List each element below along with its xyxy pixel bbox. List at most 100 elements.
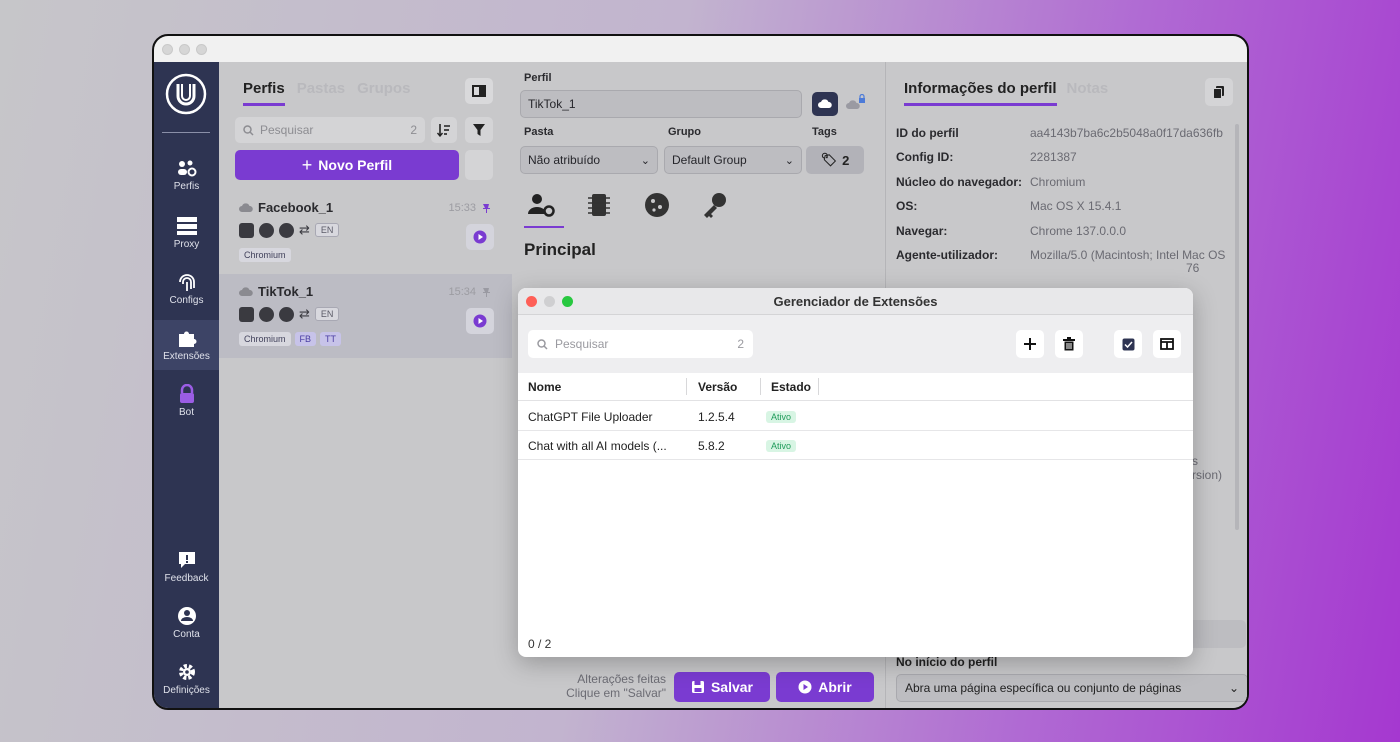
profile-label: Perfil	[524, 72, 552, 84]
sidebar-item-bot[interactable]: Bot	[154, 376, 219, 426]
tags-button[interactable]: 🏷 2	[806, 146, 864, 174]
info-row-profile-id: ID do perfil aa4143b7ba6c2b5048a0f17da636…	[896, 126, 1223, 140]
os-icon	[239, 222, 254, 238]
columns-icon	[1160, 338, 1174, 350]
search-icon	[537, 338, 548, 350]
tab-pastas[interactable]: Pastas	[297, 80, 345, 106]
info-row-os: OS: Mac OS X 15.4.1	[896, 199, 1121, 213]
launch-profile-button[interactable]	[466, 224, 494, 250]
play-icon	[473, 314, 487, 328]
editor-section-tabs	[526, 190, 730, 220]
search-count: 2	[410, 123, 417, 137]
search-placeholder: Pesquisar	[555, 337, 609, 351]
open-button[interactable]: Abrir	[776, 672, 874, 702]
sidebar-item-extensoes[interactable]: Extensões	[154, 320, 219, 370]
key-icon[interactable]	[700, 190, 730, 220]
save-button[interactable]: Salvar	[674, 672, 770, 702]
extensions-search-input[interactable]: Pesquisar 2	[528, 330, 753, 358]
modal-toolbar: Pesquisar 2	[518, 315, 1193, 373]
column-divider[interactable]	[760, 378, 761, 395]
folder-label: Pasta	[524, 126, 554, 138]
sync-icon: ⇄	[299, 222, 310, 237]
trash-icon	[1063, 337, 1075, 351]
profiles-search-input[interactable]: Pesquisar 2	[235, 117, 425, 143]
table-row[interactable]: Chat with all AI models (... 5.8.2 Ativo	[518, 431, 1193, 460]
cloud-lock-icon[interactable]	[846, 94, 866, 112]
new-profile-button[interactable]: + Novo Perfil	[235, 150, 459, 180]
filter-icon	[473, 124, 485, 136]
info-value: Mozilla/5.0 (Macintosh; Intel Mac OS	[1030, 248, 1226, 262]
columns-layout-button[interactable]	[1153, 330, 1181, 358]
launch-profile-button[interactable]	[466, 308, 494, 334]
select-all-button[interactable]	[1114, 330, 1142, 358]
info-row-browser-core: Núcleo do navegador: Chromium	[896, 175, 1085, 189]
column-header-version[interactable]: Versão	[698, 380, 737, 394]
tab-perfis[interactable]: Perfis	[243, 80, 285, 106]
cloud-icon	[239, 286, 253, 296]
tab-profile-info[interactable]: Informações do perfil	[904, 80, 1057, 106]
server-icon	[176, 217, 197, 235]
delete-extension-button[interactable]	[1055, 330, 1083, 358]
profile-card-tiktok[interactable]: TikTok_1 15:34 ⇄ EN Chromium FB TT	[219, 274, 512, 358]
language-badge: EN	[314, 307, 340, 321]
column-header-name[interactable]: Nome	[528, 380, 561, 394]
sort-button[interactable]	[431, 117, 457, 143]
sync-icon: ⇄	[299, 306, 310, 321]
window-minimize-dot[interactable]	[179, 43, 190, 55]
column-header-state[interactable]: Estado	[771, 380, 811, 394]
scrollbar[interactable]	[1235, 124, 1239, 530]
sidebar-item-conta[interactable]: Conta	[154, 598, 219, 648]
search-placeholder: Pesquisar	[260, 123, 314, 137]
checkbox-icon	[1122, 338, 1134, 350]
user-agent-overflow: 76	[1186, 261, 1200, 275]
sidebar-item-feedback[interactable]: Feedback	[154, 542, 219, 592]
sidebar-item-definicoes[interactable]: Definições	[154, 654, 219, 704]
sidebar-label: Definições	[163, 685, 210, 696]
tag-fb: FB	[294, 332, 317, 346]
folder-select[interactable]: Não atribuído ⌄	[520, 146, 658, 174]
app-window: Perfis Proxy Configs Extensões Bot Feedb…	[152, 34, 1249, 710]
profile-tags: Chromium	[239, 248, 291, 262]
cookie-icon[interactable]	[642, 190, 672, 220]
tags-label: Tags	[812, 126, 837, 138]
open-label: Abrir	[818, 679, 852, 695]
sidebar-item-proxy[interactable]: Proxy	[154, 208, 219, 258]
sidebar-separator	[162, 132, 210, 133]
new-profile-options-button[interactable]	[465, 150, 493, 180]
plus-icon	[1024, 338, 1036, 350]
sidebar-label: Perfis	[173, 181, 200, 192]
panel-toggle-button[interactable]	[465, 78, 493, 104]
group-select[interactable]: Default Group ⌄	[664, 146, 802, 174]
pin-icon[interactable]	[482, 287, 490, 297]
copy-info-button[interactable]	[1205, 78, 1233, 106]
save-icon	[691, 681, 704, 693]
table-row[interactable]: ChatGPT File Uploader 1.2.5.4 Ativo	[518, 402, 1193, 431]
user-settings-icon[interactable]	[526, 190, 556, 220]
sidebar-item-configs[interactable]: Configs	[154, 264, 219, 314]
add-extension-button[interactable]	[1016, 330, 1044, 358]
search-icon	[243, 124, 254, 136]
start-label: No início do perfil	[896, 655, 998, 669]
chip-icon[interactable]	[584, 190, 614, 220]
profile-name: TikTok_1	[239, 284, 313, 299]
tab-notes[interactable]: Notas	[1067, 80, 1109, 106]
pin-icon[interactable]	[482, 203, 490, 213]
sidebar-item-perfis[interactable]: Perfis	[154, 150, 219, 200]
info-key: Agente-utilizador:	[896, 248, 998, 262]
window-zoom-dot[interactable]	[196, 43, 207, 55]
profile-name-field[interactable]: TikTok_1	[520, 90, 802, 118]
info-value: Chrome 137.0.0.0	[1030, 224, 1127, 238]
profile-card-facebook[interactable]: Facebook_1 15:33 ⇄ EN Chromium	[219, 190, 512, 274]
column-divider[interactable]	[818, 378, 819, 395]
window-close-dot[interactable]	[162, 43, 173, 55]
start-behavior-select[interactable]: Abra uma página específica ou conjunto d…	[896, 674, 1247, 702]
account-icon	[177, 607, 196, 625]
tab-grupos[interactable]: Grupos	[357, 80, 410, 106]
profile-time-text: 15:33	[448, 202, 476, 214]
folder-value: Não atribuído	[528, 153, 601, 167]
column-divider[interactable]	[686, 378, 687, 395]
cloud-sync-button[interactable]	[812, 92, 838, 116]
filter-button[interactable]	[465, 117, 493, 143]
puzzle-icon	[178, 331, 196, 347]
extensions-table-header: Nome Versão Estado	[518, 373, 1193, 401]
